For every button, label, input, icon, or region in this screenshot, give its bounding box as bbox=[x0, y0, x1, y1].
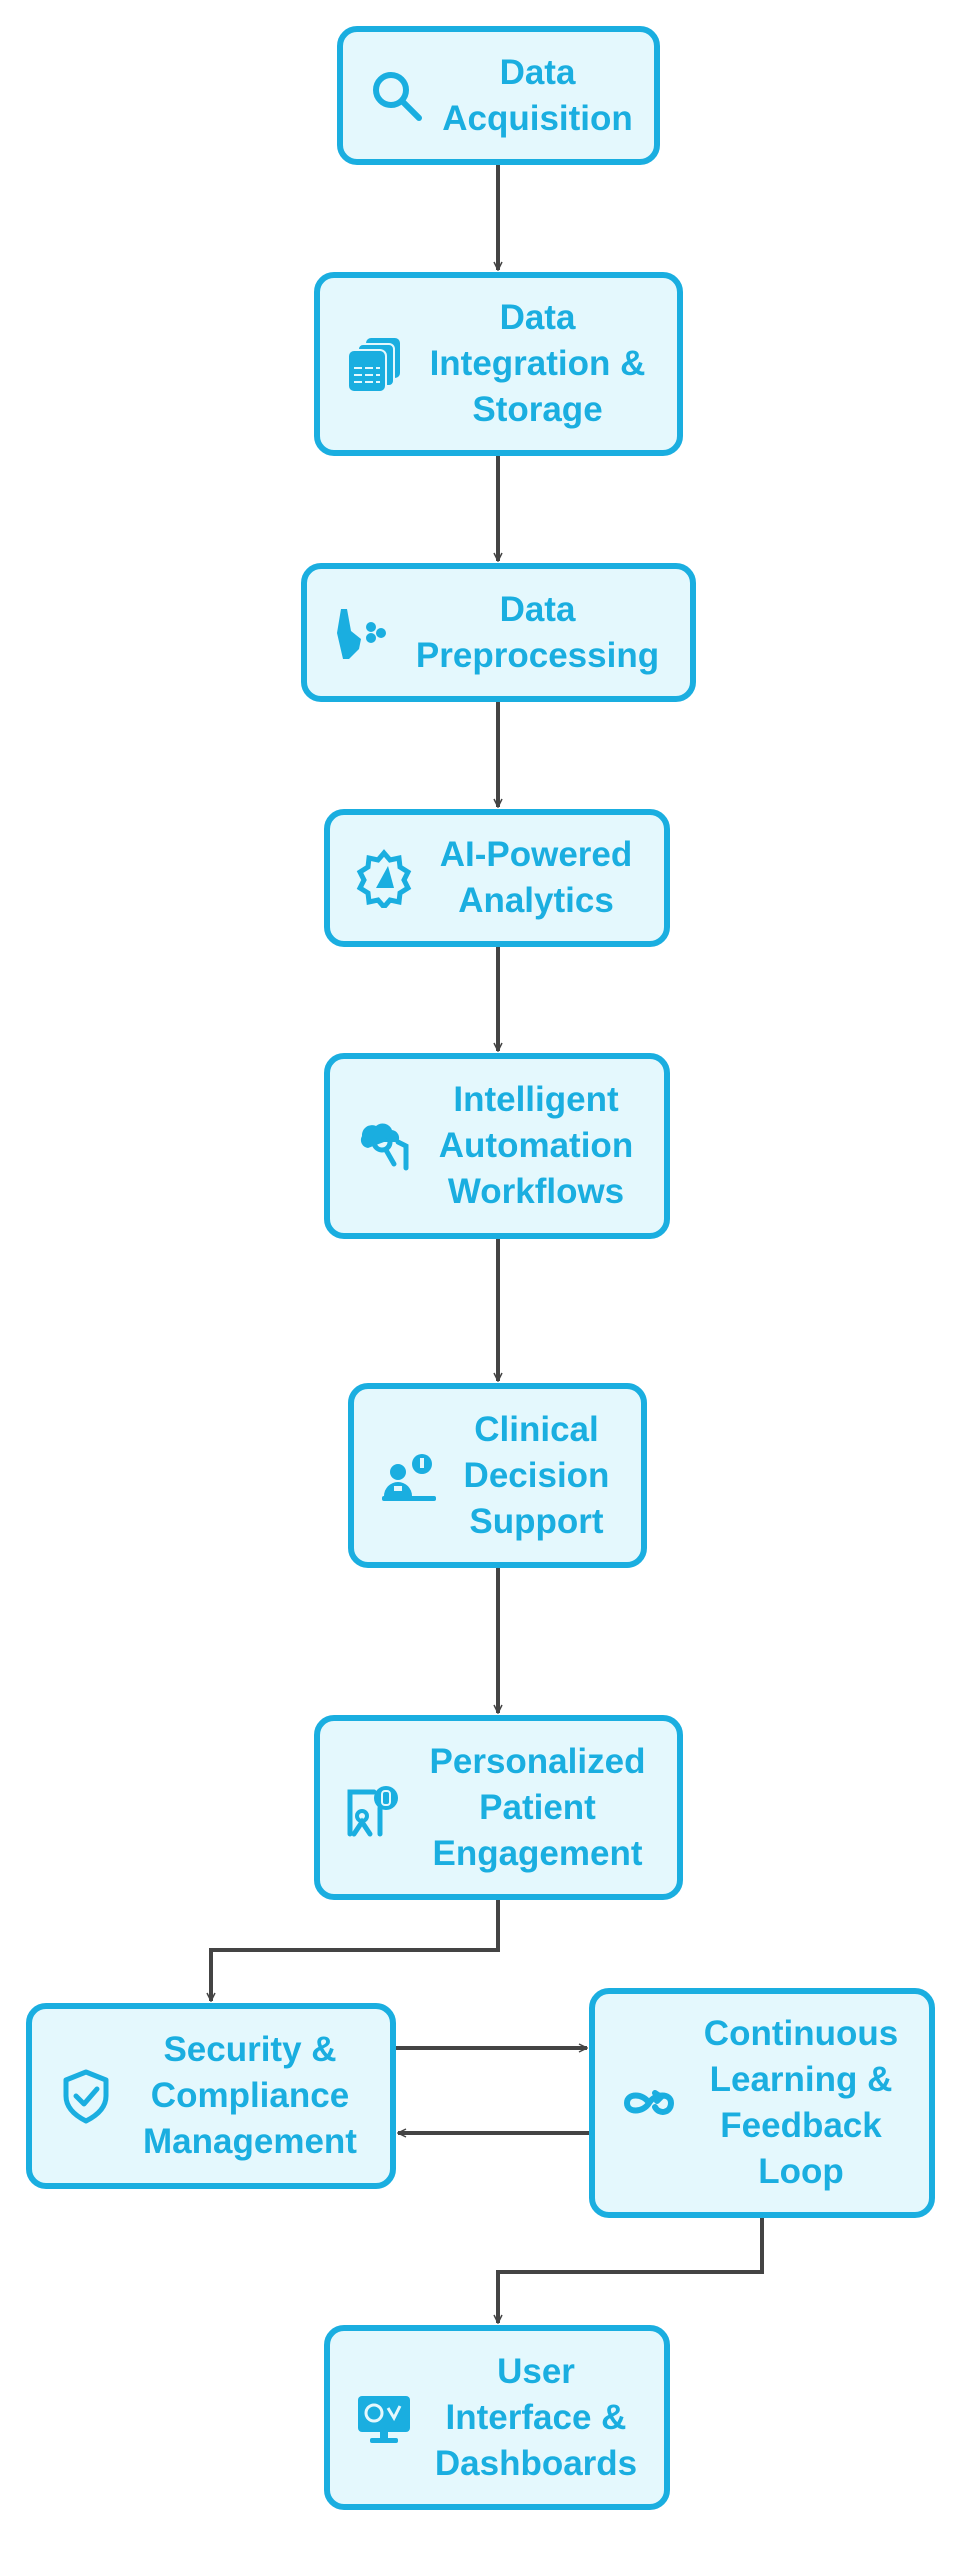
edge-n7-n8 bbox=[211, 1900, 500, 2001]
node-ai-powered-analytics[interactable]: AI-Powered Analytics bbox=[324, 809, 670, 947]
node-label: Continuous Learning & Feedback Loop bbox=[703, 2014, 899, 2191]
shield-check-icon bbox=[54, 2064, 118, 2128]
node-user-interface-dashboards[interactable]: User Interface & Dashboards bbox=[324, 2325, 670, 2510]
node-data-integration-storage[interactable]: Data Integration & Storage bbox=[314, 272, 683, 456]
node-data-acquisition[interactable]: Data Acquisition bbox=[337, 26, 660, 165]
ai-gear-icon bbox=[352, 846, 416, 910]
database-stack-icon bbox=[342, 332, 406, 396]
node-label: User Interface & Dashboards bbox=[434, 2351, 638, 2483]
node-data-preprocessing[interactable]: Data Preprocessing bbox=[301, 563, 696, 702]
node-continuous-learning-feedback-loop[interactable]: Continuous Learning & Feedback Loop bbox=[589, 1988, 935, 2218]
node-label: Data Acquisition bbox=[442, 52, 633, 138]
node-label: AI-Powered Analytics bbox=[439, 835, 633, 920]
broom-icon bbox=[329, 601, 393, 665]
node-security-compliance-management[interactable]: Security & Compliance Management bbox=[26, 2003, 396, 2189]
node-label: Intelligent Automation Workflows bbox=[438, 1080, 634, 1211]
patient-chat-icon bbox=[342, 1776, 406, 1840]
node-label: Security & Compliance Management bbox=[143, 2030, 357, 2161]
node-personalized-patient-engagement[interactable]: Personalized Patient Engagement bbox=[314, 1715, 683, 1900]
node-label: Personalized Patient Engagement bbox=[429, 1741, 646, 1873]
search-icon bbox=[365, 64, 429, 128]
node-label: Clinical Decision Support bbox=[463, 1409, 610, 1541]
brain-gear-icon bbox=[352, 1114, 416, 1178]
monitor-dashboard-icon bbox=[352, 2386, 416, 2450]
doctor-consult-icon bbox=[376, 1444, 440, 1508]
node-label: Data Preprocessing bbox=[415, 589, 660, 675]
node-clinical-decision-support[interactable]: Clinical Decision Support bbox=[348, 1383, 647, 1568]
node-label: Data Integration & Storage bbox=[429, 298, 646, 429]
edge-n9-n10 bbox=[498, 2218, 764, 2323]
node-intelligent-automation-workflows[interactable]: Intelligent Automation Workflows bbox=[324, 1053, 670, 1239]
infinity-loop-icon bbox=[617, 2071, 681, 2135]
